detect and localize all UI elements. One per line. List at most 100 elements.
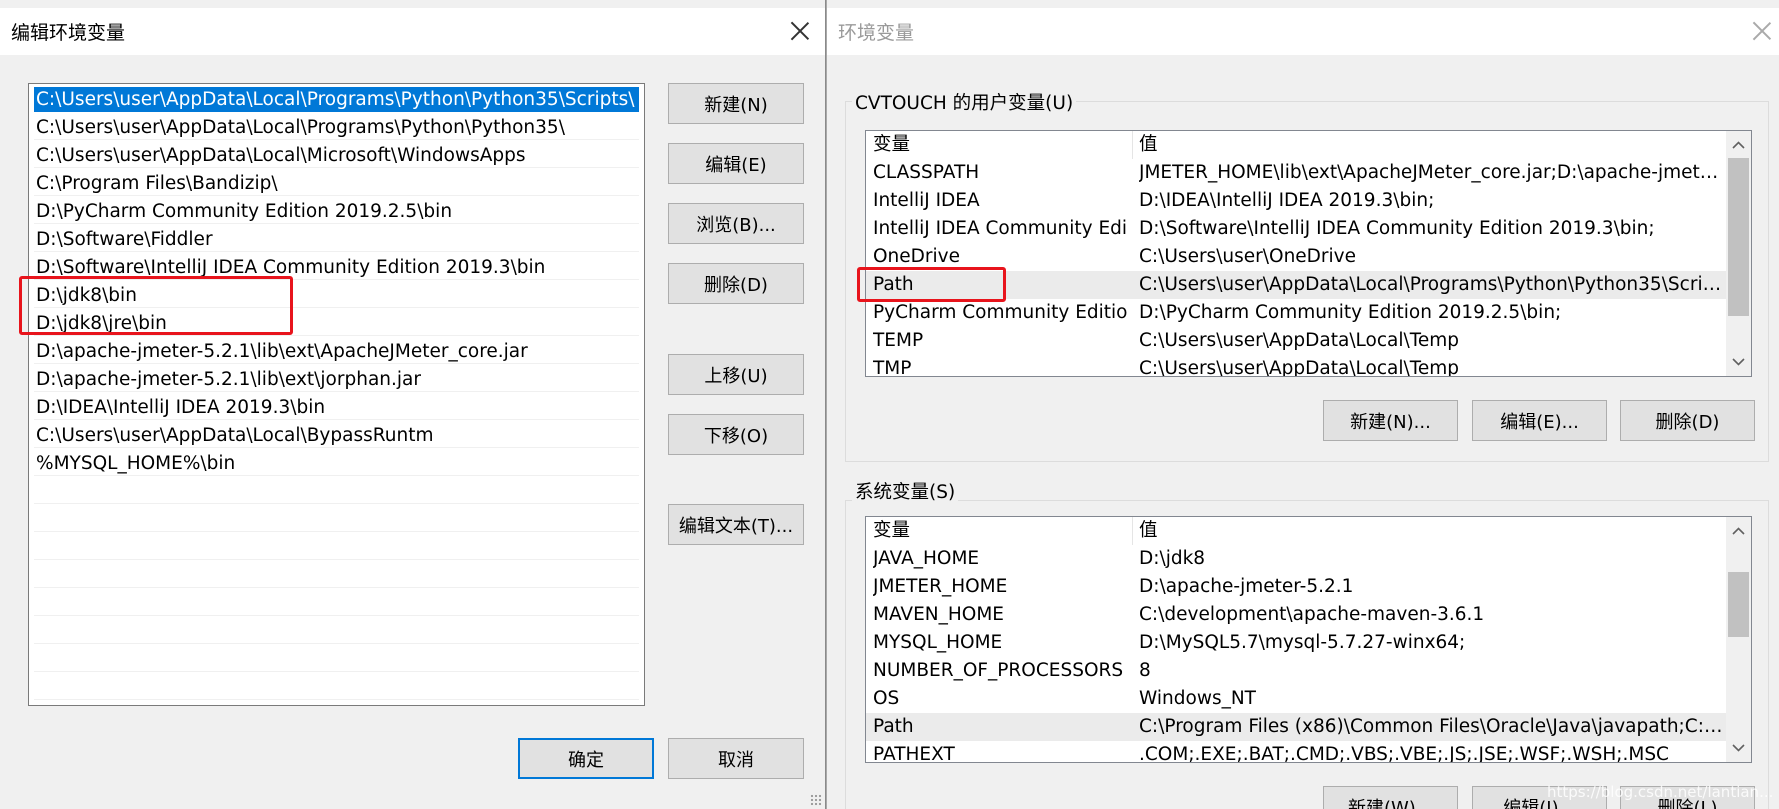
browse-button[interactable]: 浏览(B)... <box>668 203 804 244</box>
table-row[interactable]: TEMP C:\Users\user\AppData\Local\Temp <box>866 327 1726 355</box>
variable-value: .COM;.EXE;.BAT;.CMD;.VBS;.VBE;.JS;.JSE;.… <box>1139 744 1669 763</box>
column-header-value[interactable]: 值 <box>1139 517 1726 545</box>
list-item[interactable] <box>34 675 639 700</box>
user-vars-table[interactable]: 变量 值 CLASSPATH JMETER_HOME\lib\ext\Apache… <box>865 130 1752 377</box>
column-header-variable[interactable]: 变量 <box>873 131 1128 159</box>
list-item[interactable]: D:\PyCharm Community Edition 2019.2.5\bi… <box>34 199 639 224</box>
highlight-path-row <box>857 267 1006 302</box>
list-item[interactable] <box>34 619 639 644</box>
variable-value: 8 <box>1139 660 1151 681</box>
list-item[interactable]: C:\Program Files\Bandizip\ <box>34 171 639 196</box>
variable-name: JMETER_HOME <box>873 576 1008 597</box>
list-item[interactable]: D:\IDEA\IntelliJ IDEA 2019.3\bin <box>34 395 639 420</box>
edit-dialog-titlebar: 编辑环境变量 <box>0 8 825 55</box>
variable-value: D:\Software\IntelliJ IDEA Community Edit… <box>1139 218 1655 239</box>
variable-name: IntelliJ IDEA <box>873 190 980 211</box>
new-entry-button[interactable]: 新建(N) <box>668 83 804 124</box>
table-row[interactable]: CLASSPATH JMETER_HOME\lib\ext\ApacheJMete… <box>866 159 1726 187</box>
move-down-button[interactable]: 下移(O) <box>668 414 804 455</box>
variable-name: IntelliJ IDEA Community Edi... <box>873 218 1128 239</box>
table-row[interactable]: MAVEN_HOME C:\development\apache-maven-3.… <box>866 601 1726 629</box>
variable-value: C:\Program Files (x86)\Common Files\Orac… <box>1139 716 1726 737</box>
close-icon[interactable] <box>1752 21 1772 41</box>
user-new-button[interactable]: 新建(N)... <box>1323 400 1458 441</box>
column-header-value[interactable]: 值 <box>1139 131 1726 159</box>
env-vars-dialog: 环境变量 CVTOUCH 的用户变量(U) 变量 值 CLASSPATH JMET… <box>827 0 1779 809</box>
list-item[interactable] <box>34 647 639 672</box>
env-dialog-title: 环境变量 <box>838 22 915 44</box>
variable-value: D:\jdk8 <box>1139 548 1206 569</box>
variable-value: D:\PyCharm Community Edition 2019.2.5\bi… <box>1139 302 1562 323</box>
variable-value: C:\Users\user\AppData\Local\Programs\Pyt… <box>1139 274 1726 295</box>
table-row[interactable]: PATHEXT .COM;.EXE;.BAT;.CMD;.VBS;.VBE;.JS… <box>866 741 1726 763</box>
table-row[interactable]: IntelliJ IDEA D:\IDEA\IntelliJ IDEA 2019.… <box>866 187 1726 215</box>
table-row[interactable]: JMETER_HOME D:\apache-jmeter-5.2.1 <box>866 573 1726 601</box>
scrollbar[interactable] <box>1726 131 1751 376</box>
scroll-down-icon[interactable] <box>1732 741 1745 754</box>
cancel-button[interactable]: 取消 <box>668 738 804 779</box>
resize-grip-icon[interactable] <box>810 794 822 806</box>
table-header: 变量 值 <box>866 131 1726 159</box>
table-row[interactable]: TMP C:\Users\user\AppData\Local\Temp <box>866 355 1726 377</box>
list-item[interactable]: D:\apache-jmeter-5.2.1\lib\ext\ApacheJMe… <box>34 339 639 364</box>
ok-button[interactable]: 确定 <box>518 738 654 779</box>
list-item[interactable] <box>34 591 639 616</box>
delete-entry-button[interactable]: 删除(D) <box>668 263 804 304</box>
variable-value: C:\Users\user\OneDrive <box>1139 246 1356 267</box>
list-item[interactable]: D:\apache-jmeter-5.2.1\lib\ext\jorphan.j… <box>34 367 639 392</box>
variable-name: TMP <box>873 358 912 377</box>
variable-value: D:\IDEA\IntelliJ IDEA 2019.3\bin; <box>1139 190 1435 211</box>
table-row[interactable]: NUMBER_OF_PROCESSORS 8 <box>866 657 1726 685</box>
edit-env-var-dialog: 编辑环境变量 C:\Users\user\AppData\Local\Progr… <box>0 0 826 809</box>
table-row[interactable]: PyCharm Community Edition D:\PyCharm Comm… <box>866 299 1726 327</box>
user-vars-group-title: CVTOUCH 的用户变量(U) <box>852 89 1077 115</box>
list-item[interactable]: C:\Users\user\AppData\Local\Programs\Pyt… <box>34 115 639 140</box>
list-item[interactable]: %MYSQL_HOME%\bin <box>34 451 639 476</box>
scrollbar[interactable] <box>1726 517 1751 762</box>
variable-value: JMETER_HOME\lib\ext\ApacheJMeter_core.ja… <box>1139 162 1726 183</box>
scroll-up-icon[interactable] <box>1732 525 1745 538</box>
system-new-button[interactable]: 新建(W)... <box>1323 786 1458 809</box>
watermark-text: https://blog.csdn.net/lantian... <box>1547 783 1774 801</box>
table-row[interactable]: JAVA_HOME D:\jdk8 <box>866 545 1726 573</box>
system-vars-group-title: 系统变量(S) <box>852 478 959 504</box>
table-row[interactable]: OS Windows_NT <box>866 685 1726 713</box>
edit-dialog-title: 编辑环境变量 <box>11 22 126 44</box>
variable-name: JAVA_HOME <box>873 548 980 569</box>
edit-entry-button[interactable]: 编辑(E) <box>668 143 804 184</box>
scroll-up-icon[interactable] <box>1732 139 1745 152</box>
variable-value: C:\development\apache-maven-3.6.1 <box>1139 604 1485 625</box>
variable-value: C:\Users\user\AppData\Local\Temp <box>1139 358 1460 377</box>
variable-name: CLASSPATH <box>873 162 980 183</box>
variable-name: Path <box>873 716 914 737</box>
list-item[interactable] <box>34 563 639 588</box>
list-item[interactable] <box>34 507 639 532</box>
table-row[interactable]: MYSQL_HOME D:\MySQL5.7\mysql-5.7.27-winx6… <box>866 629 1726 657</box>
variable-value: D:\apache-jmeter-5.2.1 <box>1139 576 1354 597</box>
variable-value: D:\MySQL5.7\mysql-5.7.27-winx64; <box>1139 632 1466 653</box>
list-item[interactable] <box>34 535 639 560</box>
close-icon[interactable] <box>790 21 810 41</box>
list-item[interactable] <box>34 479 639 504</box>
scroll-thumb[interactable] <box>1728 572 1749 637</box>
edit-text-button[interactable]: 编辑文本(T)... <box>668 504 804 545</box>
variable-name: PATHEXT <box>873 744 955 763</box>
table-row[interactable]: IntelliJ IDEA Community Edi... D:\Softwar… <box>866 215 1726 243</box>
list-item[interactable]: D:\Software\Fiddler <box>34 227 639 252</box>
highlight-jdk-entries <box>19 276 293 335</box>
table-row[interactable]: Path C:\Program Files (x86)\Common Files\… <box>866 713 1726 741</box>
variable-name: MYSQL_HOME <box>873 632 1003 653</box>
column-header-variable[interactable]: 变量 <box>873 517 1128 545</box>
table-header: 变量 值 <box>866 517 1726 545</box>
list-item[interactable]: C:\Users\user\AppData\Local\Microsoft\Wi… <box>34 143 639 168</box>
path-entry-list[interactable]: C:\Users\user\AppData\Local\Programs\Pyt… <box>28 83 645 706</box>
user-delete-button[interactable]: 删除(D) <box>1620 400 1755 441</box>
path-entry-selected[interactable]: C:\Users\user\AppData\Local\Programs\Pyt… <box>34 87 639 112</box>
list-item[interactable]: C:\Users\user\AppData\Local\BypassRuntm <box>34 423 639 448</box>
scroll-down-icon[interactable] <box>1732 355 1745 368</box>
user-edit-button[interactable]: 编辑(E)... <box>1472 400 1607 441</box>
move-up-button[interactable]: 上移(U) <box>668 354 804 395</box>
scroll-thumb[interactable] <box>1728 158 1749 316</box>
variable-name: MAVEN_HOME <box>873 604 1004 625</box>
system-vars-table[interactable]: 变量 值 JAVA_HOME D:\jdk8 JMETER_HOME D:\apach… <box>865 516 1752 763</box>
